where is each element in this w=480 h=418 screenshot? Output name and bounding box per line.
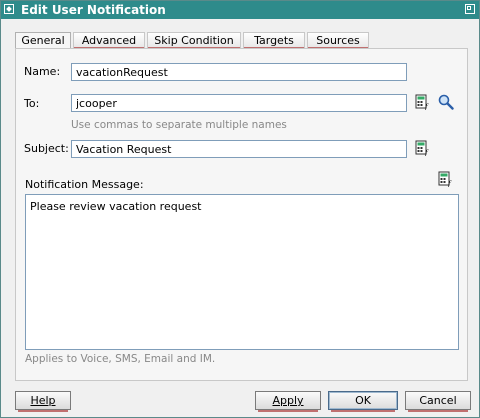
tab-sources[interactable]: Sources [307,32,369,49]
window-menu-icon[interactable] [4,4,14,14]
name-field[interactable] [71,63,407,81]
button-underline [18,410,68,412]
ok-button-label: OK [355,394,371,407]
to-hint: Use commas to separate multiple names [71,119,287,131]
svg-text:f: f [424,149,429,156]
tab-general[interactable]: General [15,32,71,49]
expression-builder-icon[interactable]: f [415,140,431,156]
button-underline [258,410,318,412]
name-label: Name: [24,65,61,78]
cancel-button-label: Cancel [419,394,457,407]
tab-targets[interactable]: Targets [243,32,305,49]
tab-advanced[interactable]: Advanced [73,32,145,49]
search-icon[interactable] [438,94,454,110]
title-bar: Edit User Notification [1,1,479,19]
subject-field[interactable] [71,140,407,158]
help-button-label: Help [30,394,56,407]
svg-text:f: f [424,103,429,110]
tab-skip-condition[interactable]: Skip Condition [147,32,241,49]
notification-message-label: Notification Message: [25,178,144,191]
tab-sources-label: Sources [316,34,360,47]
svg-text:f: f [447,180,452,187]
notification-message-textarea[interactable]: Please review vacation request [25,194,459,350]
tab-general-label: General [21,34,65,47]
ok-button[interactable]: OK [328,391,398,412]
applies-hint: Applies to Voice, SMS, Email and IM. [25,353,216,365]
to-label: To: [24,97,40,110]
button-underline [408,410,468,412]
edit-user-notification-dialog: Edit User Notification General Advanced … [0,0,480,418]
tab-targets-label: Targets [254,34,294,47]
maximize-icon[interactable] [465,4,475,14]
tab-skip-condition-label: Skip Condition [154,34,234,47]
expression-builder-icon[interactable]: f [438,171,454,187]
apply-button[interactable]: Apply [255,391,321,412]
subject-label: Subject: [24,142,69,155]
expression-builder-icon[interactable]: f [415,94,431,110]
to-field[interactable] [71,94,407,112]
cancel-button[interactable]: Cancel [405,391,471,412]
tab-advanced-label: Advanced [81,34,137,47]
button-underline [331,410,395,412]
window-title: Edit User Notification [21,3,166,17]
help-button[interactable]: Help [15,391,71,412]
apply-button-label: Apply [272,394,304,407]
